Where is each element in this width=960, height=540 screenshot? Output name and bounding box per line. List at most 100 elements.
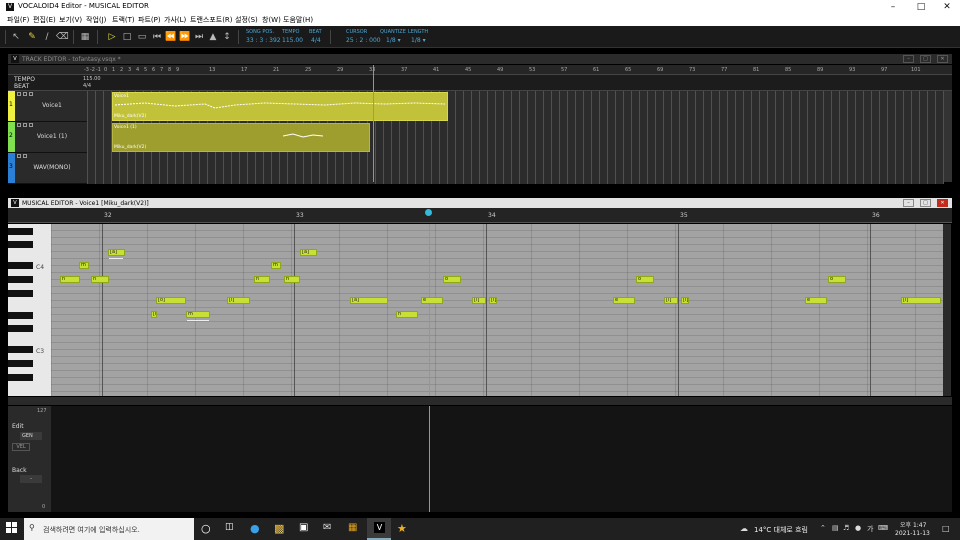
menu-job[interactable]: 작업(J): [86, 15, 106, 25]
clock-date[interactable]: 2021-11-13: [895, 530, 930, 537]
solo-button[interactable]: [17, 154, 21, 158]
stop-icon[interactable]: □: [121, 31, 133, 43]
solo-button[interactable]: [17, 92, 21, 96]
network-icon[interactable]: ▤: [832, 524, 839, 532]
file-explorer-icon[interactable]: ▩: [274, 522, 288, 536]
note[interactable]: [a]: [300, 249, 317, 256]
mute-button[interactable]: [23, 123, 27, 127]
note[interactable]: [i]: [901, 297, 941, 304]
vocaloid-taskbar-button[interactable]: V: [367, 518, 391, 540]
metronome-icon[interactable]: ▲: [207, 31, 219, 43]
note[interactable]: [i]: [489, 297, 497, 304]
to-start-icon[interactable]: ⏮: [151, 31, 163, 43]
windows-start-icon[interactable]: [6, 522, 20, 536]
note[interactable]: m: [186, 311, 210, 318]
note[interactable]: [i]: [151, 311, 157, 318]
to-end-icon[interactable]: ⏭: [193, 31, 205, 43]
menu-file[interactable]: 파일(F): [7, 15, 29, 25]
menu-lyrics[interactable]: 가사(L): [164, 15, 186, 25]
note[interactable]: [i]: [227, 297, 250, 304]
panel-minimize-button[interactable]: –: [903, 55, 914, 63]
note[interactable]: e: [805, 297, 827, 304]
track-header-2[interactable]: 2 Voice1 (1): [8, 122, 87, 153]
weather-text[interactable]: 14°C 대체로 흐림: [754, 525, 808, 535]
tempo-value[interactable]: 115.00: [282, 37, 303, 44]
note[interactable]: [o]: [156, 297, 186, 304]
realtime-input-icon[interactable]: ▦: [79, 31, 91, 43]
note[interactable]: o: [636, 276, 654, 283]
taskbar-search[interactable]: ⚲ 검색하려면 여기에 입력하십시오.: [24, 518, 194, 540]
note[interactable]: n: [284, 276, 300, 283]
note[interactable]: [a]: [350, 297, 388, 304]
track-header-3[interactable]: 3 WAV(MONO): [8, 153, 87, 184]
piano-roll-grid[interactable]: [a] m n n [o] [i] m [i] m [a] n n [a] n …: [51, 224, 943, 396]
rewind-icon[interactable]: ⏪: [165, 31, 177, 43]
musical-ruler[interactable]: 32 33 34 35 36: [8, 208, 952, 223]
app-icon-2[interactable]: ★: [397, 522, 411, 536]
note[interactable]: [i]: [664, 297, 678, 304]
menu-part[interactable]: 파트(P): [138, 15, 161, 25]
panel-close-button[interactable]: ✕: [937, 199, 948, 207]
piano-keyboard[interactable]: C4 C3: [8, 224, 51, 396]
panel-minimize-button[interactable]: –: [903, 199, 914, 207]
eraser-tool-icon[interactable]: ⌫: [56, 31, 69, 43]
record-button[interactable]: [29, 92, 33, 96]
note[interactable]: e: [421, 297, 443, 304]
edge-icon[interactable]: ●: [250, 522, 264, 536]
menu-settings[interactable]: 설정(S): [235, 15, 258, 25]
menu-edit[interactable]: 편집(E): [33, 15, 56, 25]
store-icon[interactable]: ▣: [299, 522, 313, 536]
menu-help[interactable]: 도움말(H): [283, 15, 313, 25]
pencil-tool-icon[interactable]: ✎: [26, 31, 38, 43]
microphone-icon[interactable]: ●: [855, 524, 861, 532]
app-icon[interactable]: ▦: [348, 522, 362, 536]
close-button[interactable]: ✕: [932, 0, 960, 14]
pointer-tool-icon[interactable]: ↖: [10, 31, 22, 43]
note[interactable]: n: [396, 311, 418, 318]
menu-window[interactable]: 창(W): [262, 15, 281, 25]
playhead-marker[interactable]: [425, 209, 432, 216]
speaker-icon[interactable]: ♬: [843, 524, 849, 532]
solo-button[interactable]: [17, 123, 21, 127]
record-button[interactable]: [29, 123, 33, 127]
horizontal-scrollbar[interactable]: [8, 397, 952, 405]
line-tool-icon[interactable]: ∕: [41, 31, 53, 43]
note[interactable]: n: [60, 276, 80, 283]
fast-forward-icon[interactable]: ⏩: [179, 31, 191, 43]
panel-close-button[interactable]: ✕: [937, 55, 948, 63]
keyboard-icon[interactable]: ⌨: [878, 524, 888, 532]
vel-button[interactable]: VEL: [12, 443, 30, 451]
playback-mode-icon[interactable]: ↕: [221, 31, 233, 43]
vertical-scrollbar[interactable]: [944, 91, 952, 182]
note[interactable]: n: [254, 276, 270, 283]
note[interactable]: m: [79, 262, 89, 269]
mute-button[interactable]: [23, 154, 27, 158]
panel-maximize-button[interactable]: □: [920, 55, 931, 63]
beat-value[interactable]: 4/4: [311, 37, 321, 44]
control-track-area[interactable]: [51, 406, 952, 512]
panel-maximize-button[interactable]: □: [920, 199, 931, 207]
clock-time[interactable]: 오후 1:47: [900, 520, 926, 529]
task-view-icon[interactable]: ◫: [225, 522, 239, 536]
mute-button[interactable]: [23, 92, 27, 96]
note[interactable]: [a]: [108, 249, 125, 256]
tempo-marker[interactable]: 115.00: [83, 76, 101, 82]
note[interactable]: n: [91, 276, 109, 283]
play-icon[interactable]: ▷: [106, 31, 118, 43]
minimize-button[interactable]: –: [878, 0, 908, 14]
length-select[interactable]: 1/8 ▾: [411, 37, 426, 44]
vocal-part-1[interactable]: Voice1 Miku_dark(V2): [112, 92, 448, 121]
back-select[interactable]: -: [20, 475, 42, 483]
notification-icon[interactable]: □: [942, 524, 950, 533]
note[interactable]: [i]: [472, 297, 486, 304]
note[interactable]: o: [828, 276, 846, 283]
note[interactable]: m: [271, 262, 281, 269]
mail-icon[interactable]: ✉: [323, 522, 337, 536]
track-header-1[interactable]: 1 Voice1: [8, 91, 87, 122]
vertical-scrollbar[interactable]: [943, 224, 951, 396]
note[interactable]: [i]: [681, 297, 689, 304]
beat-marker[interactable]: 4/4: [83, 83, 91, 89]
track-ruler[interactable]: -3 -2 -1 0 1 2 3 4 5 6 7 8 9 13 17 21 25…: [8, 65, 952, 75]
quantize-select[interactable]: 1/8 ▾: [386, 37, 401, 44]
menu-view[interactable]: 보기(V): [59, 15, 82, 25]
